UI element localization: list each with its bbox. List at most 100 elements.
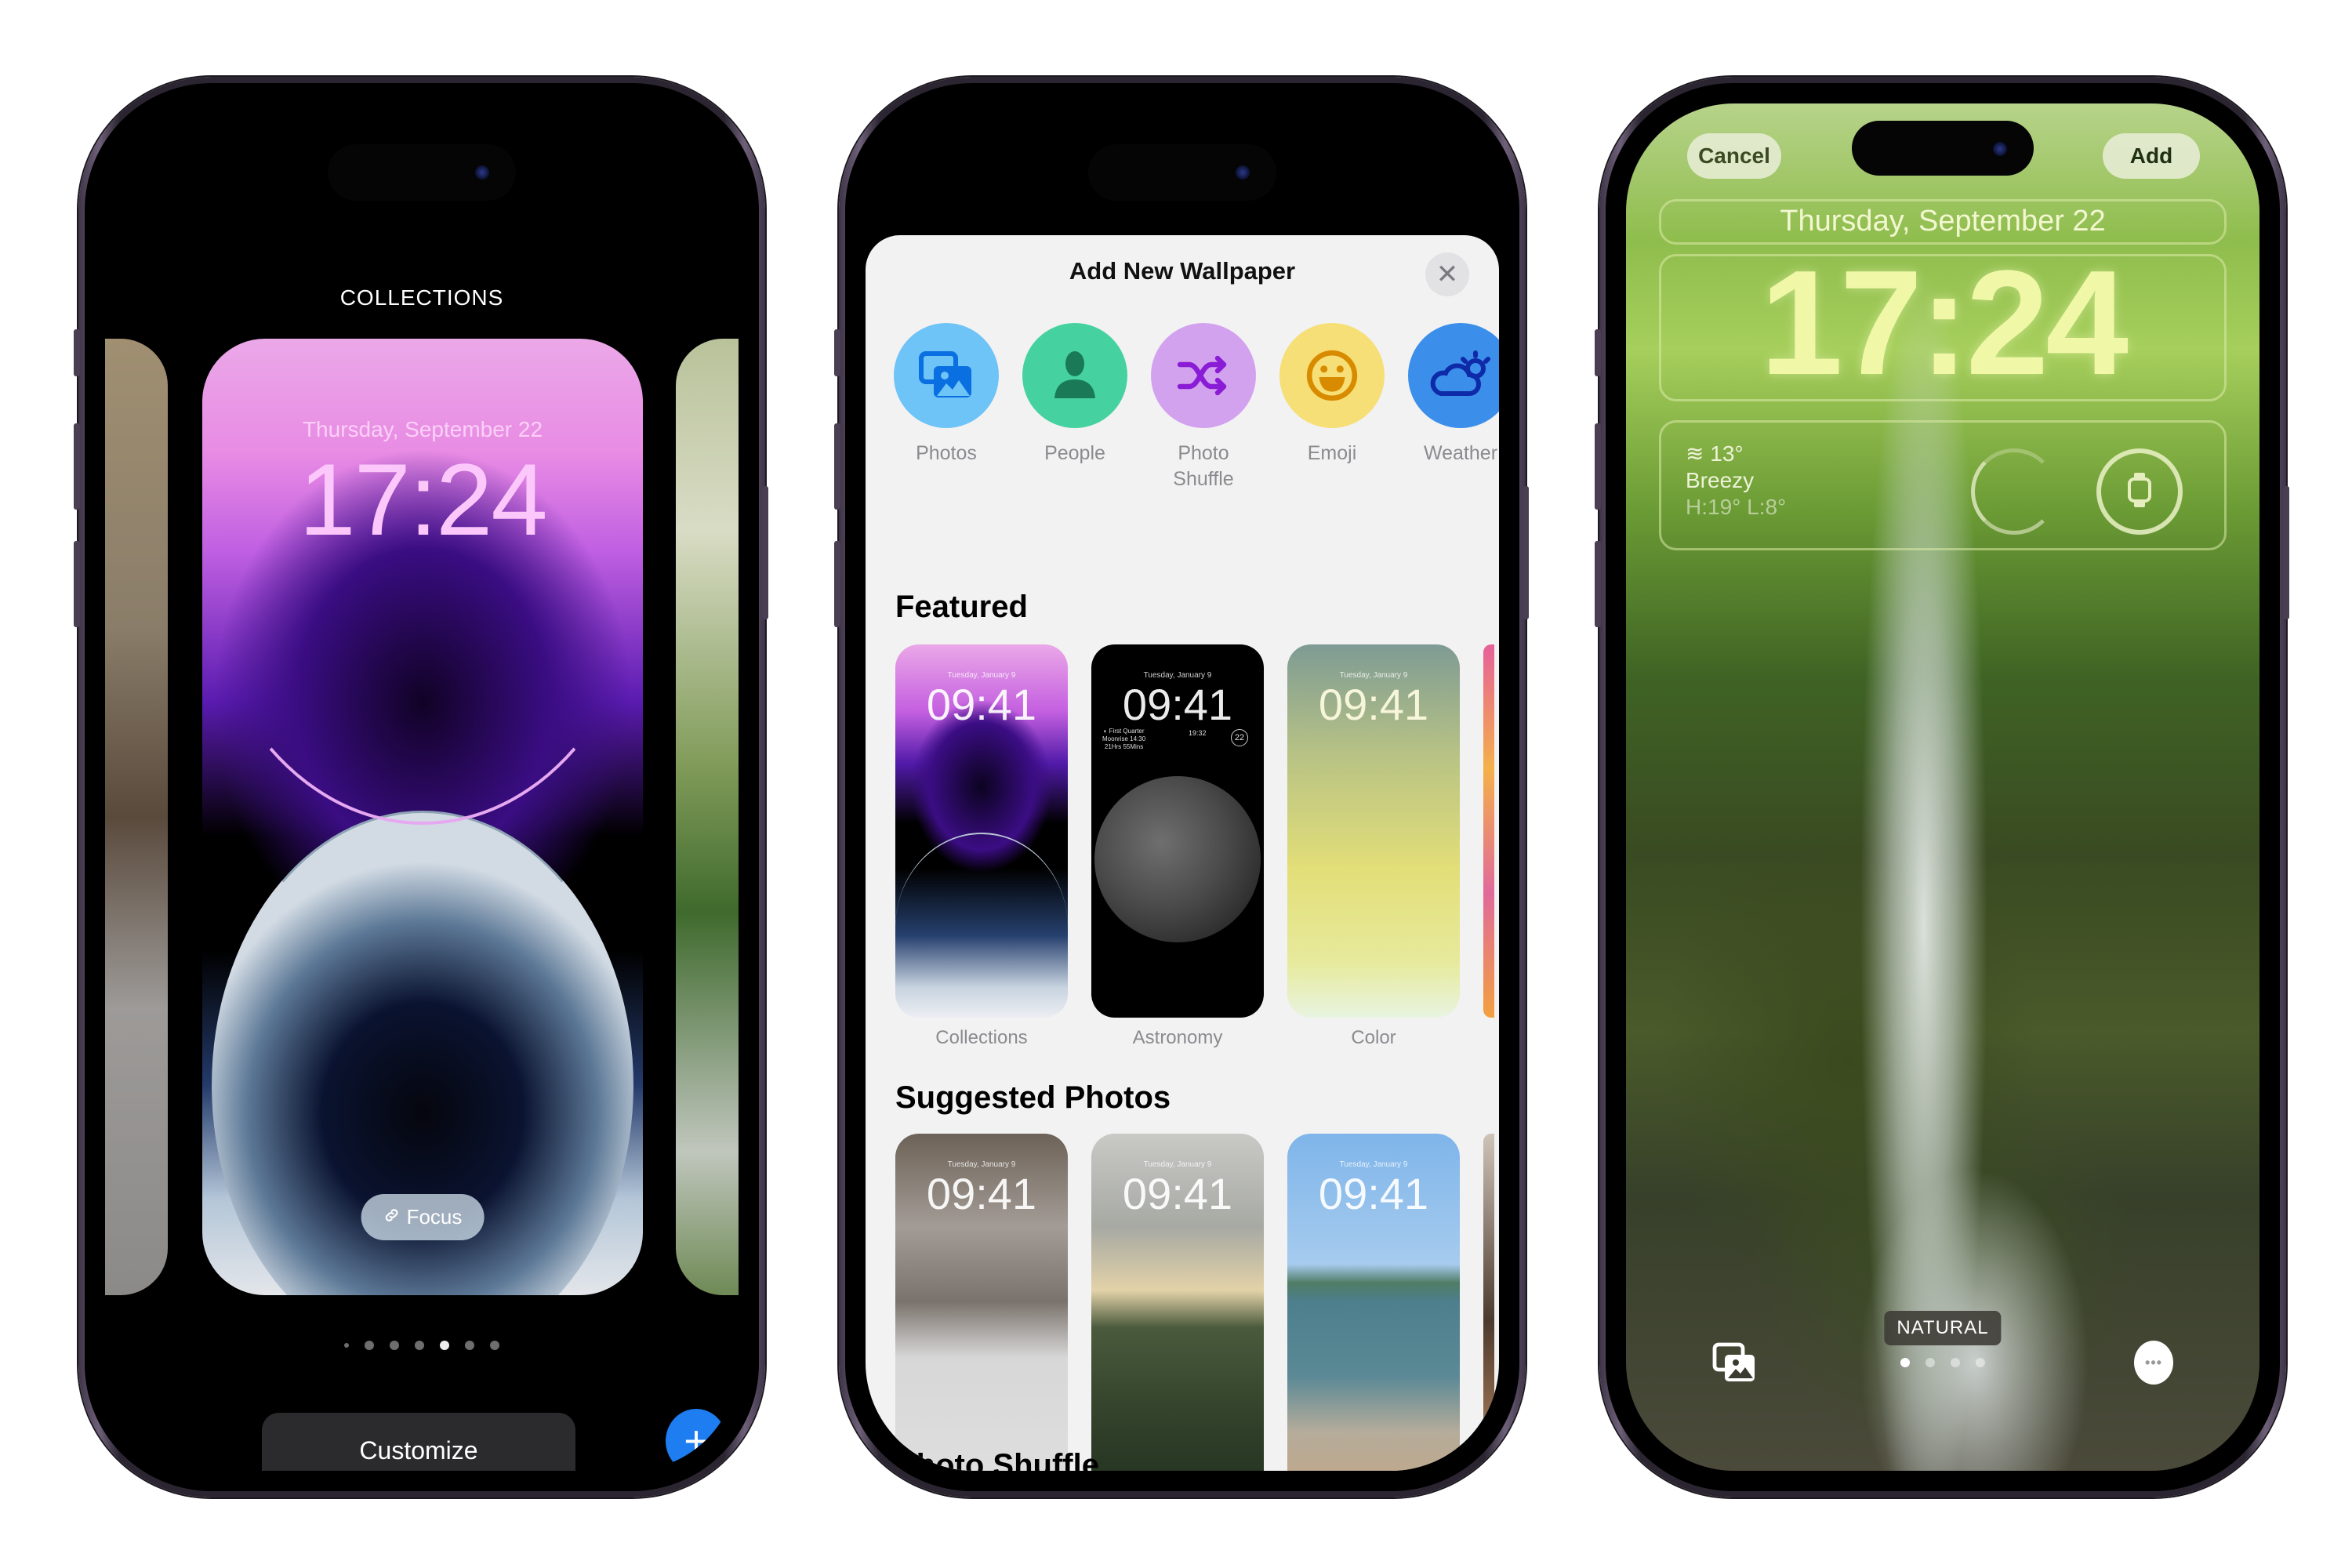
category-label: People [1044,442,1105,464]
page-dot[interactable] [1951,1358,1960,1367]
smiley-icon [1279,323,1385,428]
phone-screen: COLLECTIONS Thursday, September 22 17:24… [105,103,739,1471]
suggested-photo[interactable]: Tuesday, January 9 09:41 [1287,1134,1460,1471]
add-wallpaper-sheet: Add New Wallpaper ✕ Photos People Photo … [866,235,1499,1471]
moon-image [1094,776,1261,942]
thumb-label: Collections [935,1027,1028,1048]
volume-down-button [1595,541,1601,627]
add-wallpaper-button[interactable]: + [666,1409,727,1471]
featured-collections[interactable]: Tuesday, January 9 09:41 Collections [895,644,1068,1049]
featured-next-peek[interactable] [1483,644,1494,1018]
page-dot[interactable] [1926,1358,1935,1367]
wallpaper-thumbnail: Tuesday, January 9 09:41 ◐ First Quarter… [1091,644,1264,1018]
lockscreen-date: Thursday, September 22 [1780,205,2106,238]
wallpaper-thumbnail: Tuesday, January 9 09:41 [895,644,1068,1018]
weather-cloud-sun-icon [1408,323,1499,428]
thumb-label: Astronomy [1132,1027,1223,1048]
focus-link-button[interactable]: Focus [361,1194,485,1240]
page-dot-active[interactable] [440,1341,449,1350]
page-dot-active[interactable] [1900,1358,1910,1367]
page-dot[interactable] [1976,1358,1985,1367]
category-label: Emoji [1307,442,1357,464]
dynamic-island [328,144,516,201]
activity-ring-widget[interactable] [1971,448,2057,535]
wallpaper-preview-current[interactable]: Thursday, September 22 17:24 Focus [202,339,643,1295]
category-emoji[interactable]: Emoji [1279,323,1385,492]
wallpaper-thumbnail: Tuesday, January 9 09:41 [1287,644,1460,1018]
suggested-next-peek[interactable] [1483,1134,1494,1471]
lockscreen-time: 17:24 [299,442,547,557]
upper-sphere-graphic [202,339,643,825]
suggested-photos-heading: Suggested Photos [895,1080,1171,1115]
more-options-button[interactable]: ••• [2134,1341,2173,1385]
customize-button[interactable]: Customize [262,1413,575,1471]
category-photos[interactable]: Photos [894,323,999,492]
dynamic-island [1088,144,1276,201]
collection-title: COLLECTIONS [339,285,504,310]
page-dot[interactable] [390,1341,399,1350]
ring-widget: 22 [1231,729,1248,746]
category-photo-shuffle[interactable]: Photo Shuffle [1151,323,1256,492]
moon-widget: ◐ First Quarter Moonrise 14:30 21Hrs 55M… [1102,728,1145,751]
wallpaper-category-row: Photos People Photo Shuffle Emoji Weathe… [894,323,1499,492]
plus-icon: + [684,1417,709,1465]
weather-widget[interactable]: ≋ 13° Breezy H:19° L:8° [1686,441,1786,521]
cancel-button[interactable]: Cancel [1687,133,1781,179]
page-dot[interactable] [465,1341,474,1350]
camera-icon [1993,142,2007,156]
featured-astronomy[interactable]: Tuesday, January 9 09:41 ◐ First Quarter… [1091,644,1264,1049]
style-label: NATURAL [1884,1311,2002,1345]
category-label: Photo Shuffle [1173,442,1234,490]
close-button[interactable]: ✕ [1425,252,1469,296]
thumb-time: 09:41 [1122,1169,1233,1218]
focus-label: Focus [406,1205,463,1229]
weather-high-low: H:19° L:8° [1686,495,1787,519]
featured-heading: Featured [895,590,1028,624]
phone-bezel: Cancel Add Thursday, September 22 17:24 … [1606,83,2280,1491]
page-indicator[interactable] [105,1341,739,1350]
volume-up-button [74,423,80,510]
photo-library-button[interactable] [1712,1342,1758,1388]
suggested-photo[interactable]: Tuesday, January 9 09:41 [895,1134,1068,1471]
phone-screen: Add New Wallpaper ✕ Photos People Photo … [866,103,1499,1471]
side-button [762,486,768,619]
ellipsis-icon: ••• [2145,1354,2162,1370]
dynamic-island [1852,121,2034,176]
action-button [74,329,80,376]
shuffle-icon [1151,323,1256,428]
sunset-widget: 19:32 [1189,729,1207,737]
moonrise: Moonrise 14:30 [1102,735,1146,742]
link-icon [383,1205,401,1229]
side-button [1523,486,1529,619]
category-people[interactable]: People [1022,323,1127,492]
thumb-time: 09:41 [1122,680,1233,729]
wallpaper-thumbnail: Tuesday, January 9 09:41 [895,1134,1068,1471]
page-dot[interactable] [415,1341,424,1350]
side-button [2283,486,2289,619]
moon-duration: 21Hrs 55Mins [1104,743,1144,750]
featured-color[interactable]: Tuesday, January 9 09:41 Color [1287,644,1460,1049]
volume-down-button [74,541,80,627]
weather-temp: 13° [1710,441,1744,466]
page-dot[interactable] [490,1341,499,1350]
watch-battery-widget[interactable] [2096,448,2183,535]
thumb-time: 09:41 [926,680,1037,729]
moon-phase: ◐ First Quarter [1103,728,1145,735]
photo-shuffle-heading: Photo Shuffle [895,1448,1099,1471]
category-label: Weather [1423,442,1498,464]
wallpaper-thumbnail: Tuesday, January 9 09:41 [1287,1134,1460,1471]
sheet-title: Add New Wallpaper [1069,257,1296,285]
volume-down-button [834,541,840,627]
page-dot[interactable] [365,1341,374,1350]
person-icon [1022,323,1127,428]
category-weather[interactable]: Weather [1408,323,1499,492]
page-dot[interactable] [344,1343,349,1348]
wallpaper-preview-previous[interactable] [105,339,168,1295]
suggested-photo[interactable]: Tuesday, January 9 09:41 [1091,1134,1264,1471]
thumb-time: 09:41 [1318,680,1429,729]
weather-condition: Breezy [1686,468,1755,492]
add-button[interactable]: Add [2103,133,2200,179]
suggested-row: Tuesday, January 9 09:41 Tuesday, Januar… [895,1134,1494,1471]
volume-up-button [834,423,840,510]
wallpaper-preview-next[interactable] [676,339,739,1295]
